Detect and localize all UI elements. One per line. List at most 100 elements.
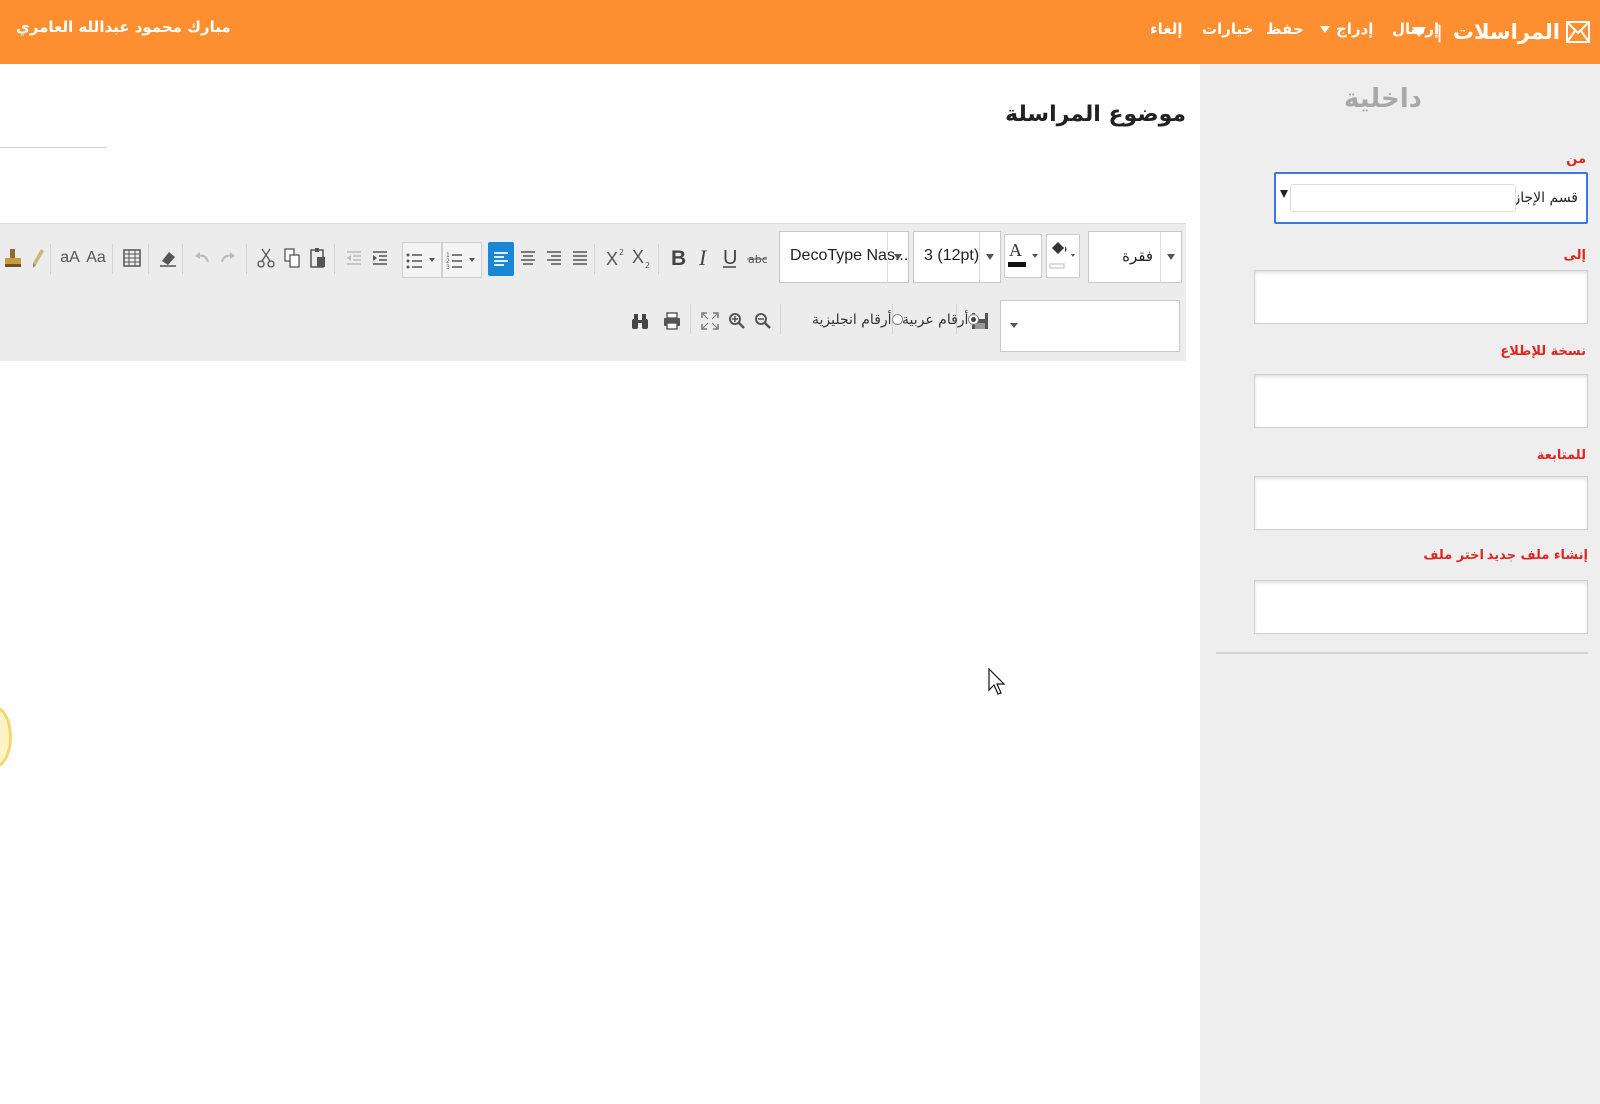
bullet-list-icon xyxy=(406,253,435,269)
cc-field[interactable] xyxy=(1254,374,1588,428)
bold-button[interactable]: B xyxy=(666,245,690,271)
italic-button[interactable]: I xyxy=(692,245,716,271)
from-select[interactable]: قسم الإجازات xyxy=(1274,172,1588,224)
copy-button[interactable] xyxy=(280,245,304,271)
font-size-dropdown[interactable]: 3 (12pt) xyxy=(913,231,1001,283)
redo-button[interactable] xyxy=(216,245,240,271)
chevron-down-icon[interactable] xyxy=(1412,27,1427,37)
upper-case-button[interactable]: aA xyxy=(58,245,82,271)
font-family-dropdown[interactable]: DecoType Nas... xyxy=(779,231,909,283)
align-left-button[interactable] xyxy=(488,242,514,276)
align-right-button[interactable] xyxy=(542,245,566,271)
svg-text:A: A xyxy=(1009,240,1022,260)
svg-text:B: B xyxy=(671,247,686,269)
app-brand[interactable]: المراسلات | xyxy=(1404,0,1600,64)
indent-button[interactable] xyxy=(368,245,392,271)
insert-table-button[interactable] xyxy=(120,245,144,271)
paragraph-format-dropdown[interactable]: فقرة xyxy=(1088,231,1182,283)
align-center-button[interactable] xyxy=(516,245,540,271)
spell-check-button[interactable] xyxy=(2,245,24,271)
superscript-button[interactable]: X2 xyxy=(604,245,628,271)
section-title: داخلية xyxy=(1344,84,1422,114)
sidebar-divider xyxy=(1216,652,1588,654)
insert-menu[interactable]: إدراج xyxy=(1320,20,1373,38)
cut-button[interactable] xyxy=(254,245,278,271)
fullscreen-button[interactable] xyxy=(698,308,722,334)
subscript-icon: X2 xyxy=(632,247,650,269)
eraser-icon xyxy=(160,252,176,267)
chevron-down-icon xyxy=(1280,190,1288,198)
to-field[interactable] xyxy=(1254,270,1588,324)
followup-field[interactable] xyxy=(1254,476,1588,530)
subject-input-underline[interactable] xyxy=(0,147,106,148)
highlight-color-button[interactable] xyxy=(1046,234,1080,278)
subscript-button[interactable]: X2 xyxy=(630,245,654,271)
chevron-down-icon xyxy=(1010,323,1018,328)
zoom-in-icon xyxy=(729,313,745,329)
toolbar-separator xyxy=(50,244,51,274)
options-menu[interactable]: خيارات xyxy=(1202,20,1253,38)
undo-button[interactable] xyxy=(190,245,214,271)
zoom-in-button[interactable] xyxy=(726,308,748,334)
numbered-list-button[interactable]: 123 xyxy=(442,242,482,278)
editor-body[interactable] xyxy=(0,361,1186,1104)
find-button[interactable] xyxy=(628,308,652,334)
print-button[interactable] xyxy=(660,308,684,334)
cancel-menu[interactable]: إلغاء xyxy=(1150,20,1183,38)
outdent-icon xyxy=(347,251,361,265)
toolbar-separator xyxy=(658,244,659,274)
stamp-icon xyxy=(5,249,21,267)
strikethrough-button[interactable]: abc xyxy=(745,245,769,271)
english-numbers-option[interactable]: أرقام انجليزية xyxy=(812,312,903,328)
choose-file-link[interactable]: اختر ملف xyxy=(1423,548,1484,563)
svg-text:I: I xyxy=(698,247,708,269)
toolbar-separator xyxy=(690,304,691,334)
title-case-button[interactable]: Aa xyxy=(84,245,108,271)
mail-icon xyxy=(1566,21,1590,43)
numbered-list-icon: 123 xyxy=(446,252,475,271)
cc-label: نسخة للإطلاع xyxy=(1500,344,1586,359)
english-numbers-radio[interactable] xyxy=(891,314,903,325)
table-icon xyxy=(123,249,141,267)
title-separator: | xyxy=(1436,21,1443,43)
bullet-list-button[interactable] xyxy=(402,242,442,278)
zoom-out-icon xyxy=(755,313,771,329)
zoom-out-button[interactable] xyxy=(752,308,774,334)
toolbar-separator xyxy=(594,244,595,274)
create-file-link[interactable]: إنشاء ملف جديد xyxy=(1487,548,1588,563)
paste-button[interactable] xyxy=(306,245,330,271)
insert-caret-icon xyxy=(1320,26,1330,33)
scissors-icon xyxy=(257,248,275,268)
toolbar-separator xyxy=(780,304,781,334)
justify-button[interactable] xyxy=(568,245,592,271)
align-left-icon xyxy=(494,252,508,266)
clear-format-button[interactable] xyxy=(156,245,180,271)
format-painter-button[interactable] xyxy=(28,245,48,271)
underline-icon: U xyxy=(723,247,737,269)
font-color-icon: A xyxy=(1004,234,1042,278)
arabic-numbers-radio[interactable] xyxy=(968,314,980,325)
arabic-numbers-option[interactable]: أرقام عربية xyxy=(902,312,980,328)
toolbar-separator xyxy=(112,244,113,274)
style-dropdown[interactable] xyxy=(1000,300,1180,352)
chevron-down-icon xyxy=(887,232,908,282)
save-menu[interactable]: حفظ xyxy=(1266,20,1304,38)
svg-text:2: 2 xyxy=(619,248,624,257)
binoculars-icon xyxy=(632,314,648,329)
copy-icon xyxy=(284,248,300,268)
toolbar-separator xyxy=(246,244,247,274)
bold-icon: B xyxy=(671,247,686,269)
from-search-input[interactable] xyxy=(1290,184,1516,212)
font-color-button[interactable]: A xyxy=(1004,234,1042,278)
svg-text:X: X xyxy=(606,249,618,269)
underline-button[interactable]: U xyxy=(718,245,742,271)
outdent-button[interactable] xyxy=(342,245,366,271)
attachments-field[interactable] xyxy=(1254,580,1588,634)
from-label: من xyxy=(1566,152,1586,167)
editor-toolbar: فقرة A 3 (12pt) DecoType Nas... abc U I xyxy=(0,223,1186,362)
toolbar-separator xyxy=(182,244,183,274)
user-name[interactable]: مبارك محمود عبدالله العامري xyxy=(16,18,231,36)
chevron-down-icon xyxy=(1160,232,1181,282)
app-title: المراسلات xyxy=(1452,20,1560,44)
mouse-cursor-icon xyxy=(988,668,1006,695)
